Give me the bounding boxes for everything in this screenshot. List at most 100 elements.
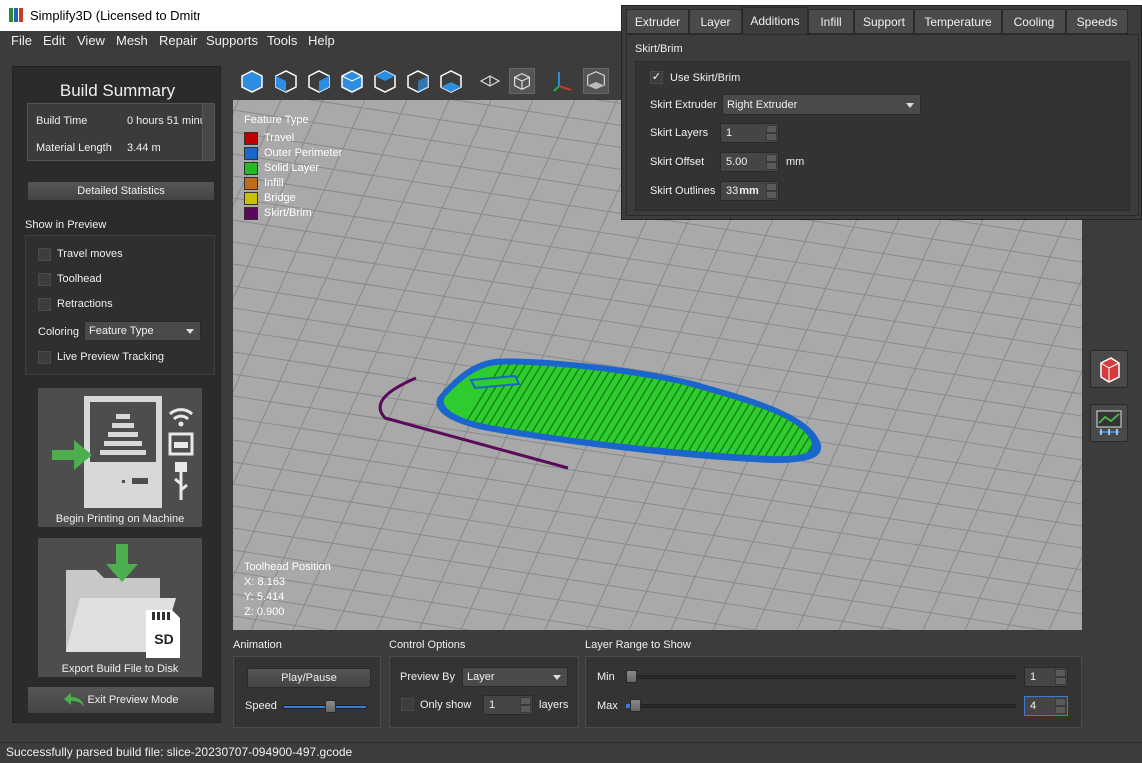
tab-support[interactable]: Support [854, 9, 914, 34]
legend-swatch [244, 162, 258, 175]
tab-temperature[interactable]: Temperature [914, 9, 1002, 34]
spin-down-icon[interactable] [766, 132, 777, 141]
build-summary-box: Build Time 0 hours 51 minu Material Leng… [27, 103, 215, 161]
legend-label: Outer Perimeter [264, 147, 343, 159]
travel-moves-checkbox[interactable] [38, 248, 51, 261]
detailed-statistics-button[interactable]: Detailed Statistics [27, 181, 215, 201]
spin-down-icon[interactable] [766, 190, 777, 199]
wireframe-icon[interactable] [477, 68, 503, 94]
toolhead-y: Y: 5.414 [244, 591, 285, 603]
menu-help[interactable]: Help [308, 33, 335, 48]
spin-up-icon[interactable] [766, 125, 777, 134]
spin-up-icon[interactable] [1055, 669, 1066, 678]
skirt-extruder-label: Skirt Extruder [650, 99, 717, 111]
menu-edit[interactable]: Edit [43, 33, 65, 48]
speed-slider-handle[interactable] [325, 700, 336, 713]
gcode-view-button[interactable] [1090, 404, 1128, 442]
min-label: Min [597, 671, 615, 683]
preview-by-select[interactable]: Layer [462, 667, 568, 687]
menu-view[interactable]: View [77, 33, 105, 48]
spin-up-icon[interactable] [1055, 698, 1066, 707]
min-spinbox[interactable]: 1 [1024, 667, 1068, 687]
only-show-label: Only show [420, 699, 472, 711]
tab-additions[interactable]: Additions [742, 7, 808, 35]
menu-supports[interactable]: Supports [206, 33, 258, 48]
coloring-label: Coloring [38, 326, 79, 338]
preview-by-label: Preview By [400, 671, 456, 683]
axes-icon[interactable] [551, 68, 577, 94]
tab-cooling[interactable]: Cooling [1002, 9, 1066, 34]
spin-up-icon[interactable] [766, 154, 777, 163]
view-right-cube-icon[interactable] [372, 68, 398, 94]
only-show-spinbox[interactable]: 1 [483, 695, 533, 715]
legend-swatch [244, 132, 258, 145]
sd-card-label: SD [154, 631, 174, 647]
view-toolbar [233, 66, 633, 99]
build-time-value: 0 hours 51 minu [127, 115, 206, 127]
spin-up-icon[interactable] [520, 697, 531, 706]
legend-swatch [244, 207, 258, 220]
use-skirt-checkbox[interactable]: ✓ [650, 71, 663, 84]
spin-down-icon[interactable] [1055, 676, 1066, 685]
summary-scrollbar[interactable] [202, 104, 214, 160]
coloring-select[interactable]: Feature Type [84, 321, 201, 341]
legend-label: Infill [264, 177, 284, 189]
gcode-chart-icon [1096, 410, 1122, 435]
begin-printing-button[interactable]: Begin Printing on Machine [37, 387, 203, 528]
solid-model-icon[interactable] [509, 68, 535, 94]
skirt-outlines-spinbox[interactable]: 33 mm [720, 181, 779, 201]
spin-up-icon[interactable] [766, 183, 777, 192]
view-iso-cube-icon[interactable] [239, 68, 265, 94]
chevron-down-icon [186, 329, 194, 334]
only-show-checkbox[interactable] [401, 698, 414, 711]
toolhead-title: Toolhead Position [244, 561, 331, 573]
view-top-cube-icon[interactable] [405, 68, 431, 94]
exit-preview-label: Exit Preview Mode [87, 694, 179, 706]
window-title: Simplify3D (Licensed to Dmitry [30, 8, 200, 23]
menu-file[interactable]: File [11, 33, 32, 48]
tab-infill[interactable]: Infill [808, 9, 854, 34]
coloring-value: Feature Type [89, 325, 154, 337]
max-slider-handle[interactable] [630, 699, 641, 712]
model-view-button[interactable] [1090, 350, 1128, 388]
live-tracking-checkbox[interactable] [38, 351, 51, 364]
preview-options-group: Travel moves Toolhead Retractions Colori… [25, 235, 215, 375]
max-spinbox[interactable]: 4 [1024, 696, 1068, 716]
view-front-cube-icon[interactable] [273, 68, 299, 94]
spin-down-icon[interactable] [520, 704, 531, 713]
animation-group: Play/Pause Speed [233, 656, 381, 728]
min-slider[interactable] [626, 675, 1016, 679]
export-build-file-button[interactable]: SD Export Build File to Disk [37, 537, 203, 678]
skirt-offset-spinbox[interactable]: 5.00 [720, 152, 779, 172]
view-bottom-cube-icon[interactable] [438, 68, 464, 94]
retractions-checkbox[interactable] [38, 298, 51, 311]
exit-preview-button[interactable]: Exit Preview Mode [27, 686, 215, 714]
max-value: 4 [1030, 700, 1037, 712]
view-left-cube-icon[interactable] [339, 68, 365, 94]
skirt-layers-value: 1 [726, 127, 733, 139]
skirt-layers-spinbox[interactable]: 1 [720, 123, 779, 143]
max-slider[interactable] [626, 704, 1016, 708]
tab-speeds[interactable]: Speeds [1066, 9, 1128, 34]
app-icon [9, 8, 23, 22]
material-length-value: 3.44 m [127, 142, 161, 154]
skirt-brim-group: ✓ Use Skirt/Brim Skirt Extruder Right Ex… [635, 61, 1130, 211]
spin-down-icon[interactable] [766, 161, 777, 170]
legend-label: Bridge [264, 192, 296, 204]
skirt-offset-label: Skirt Offset [650, 156, 705, 168]
menu-tools[interactable]: Tools [267, 33, 297, 48]
spin-down-icon[interactable] [1055, 705, 1066, 714]
play-pause-button[interactable]: Play/Pause [247, 668, 371, 688]
show-in-preview-label: Show in Preview [25, 219, 107, 231]
animation-title: Animation [233, 639, 282, 651]
tab-extruder[interactable]: Extruder [626, 9, 689, 34]
view-back-cube-icon[interactable] [306, 68, 332, 94]
build-volume-icon[interactable] [583, 68, 609, 94]
menu-repair[interactable]: Repair [159, 33, 197, 48]
toolhead-checkbox[interactable] [38, 273, 51, 286]
min-slider-handle[interactable] [626, 670, 637, 683]
tab-layer[interactable]: Layer [689, 9, 742, 34]
control-options-title: Control Options [389, 639, 466, 651]
menu-mesh[interactable]: Mesh [116, 33, 148, 48]
skirt-extruder-select[interactable]: Right Extruder [722, 94, 921, 115]
